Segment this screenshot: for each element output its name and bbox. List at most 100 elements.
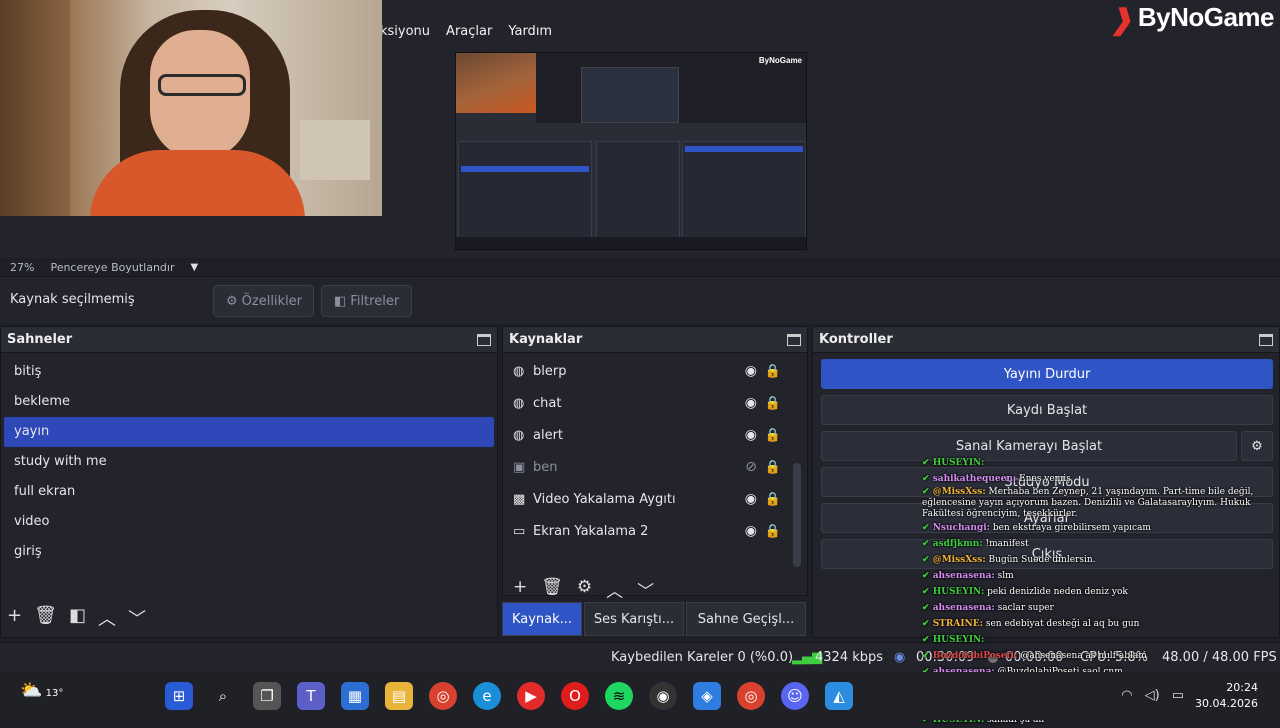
source-item[interactable]: ▣ ben ⊘ 🔒 xyxy=(503,451,807,483)
source-item[interactable]: ◍ chat ◉ 🔒 xyxy=(503,387,807,419)
filters-button[interactable]: ◧ Filtreler xyxy=(321,285,412,317)
chrome-icon[interactable]: ◎ xyxy=(737,682,765,710)
preview-sources-panel xyxy=(596,141,680,239)
chat-message: ✔ HUSEYIN: xyxy=(922,455,1280,471)
file-explorer-icon[interactable]: ▤ xyxy=(385,682,413,710)
preview-selected-row xyxy=(461,166,589,172)
no-source-label: Kaynak seçilmemiş xyxy=(10,292,135,307)
teams-icon[interactable]: T xyxy=(297,682,325,710)
eye-icon[interactable]: ◉ xyxy=(745,491,757,507)
volume-icon[interactable]: ◁) xyxy=(1145,688,1160,703)
edge-icon[interactable]: e xyxy=(473,682,501,710)
chat-badge-icon: ✔ xyxy=(922,474,933,484)
source-list: ◍ blerp ◉ 🔒 ◍ chat ◉ 🔒 ◍ alert ◉ 🔒 ▣ ben ⊘ 🔒 ▩ Video … xyxy=(503,353,807,547)
chevron-down-icon[interactable]: ▼ xyxy=(190,262,198,273)
gear-icon[interactable]: ⚙ xyxy=(577,577,592,602)
move-down-icon[interactable]: ﹀ xyxy=(637,577,654,602)
discord-icon[interactable]: ☺ xyxy=(781,682,809,710)
camera-icon: ▩ xyxy=(513,491,526,507)
zoom-mode[interactable]: Pencereye Boyutlandır xyxy=(50,261,174,274)
eye-icon[interactable]: ◉ xyxy=(745,395,757,411)
menu-bar: ksiyonu Araçlar Yardım xyxy=(380,24,552,39)
filter-icon[interactable]: ◧ xyxy=(69,605,86,631)
chat-message: ✔ BuzdolabiPoseti: @ahsenasena as mılf a… xyxy=(922,648,1280,664)
start-recording-button[interactable]: Kaydı Başlat xyxy=(821,395,1273,425)
app-icon[interactable]: ◈ xyxy=(693,682,721,710)
search-icon[interactable]: ⌕ xyxy=(209,682,237,710)
eye-icon[interactable]: ◉ xyxy=(745,427,757,443)
controls-header: Kontroller xyxy=(813,327,1279,353)
stream-preview[interactable]: ByNoGame xyxy=(455,52,807,250)
add-icon[interactable]: + xyxy=(7,605,22,631)
eye-icon[interactable]: ◉ xyxy=(745,363,757,379)
source-name: Ekran Yakalama 2 xyxy=(533,523,649,539)
chat-badge-icon: ✔ xyxy=(922,555,933,565)
taskbar-apps: ⊞ ⌕ ❐ T ▦ ▤ ◎ e ▶ O ≋ ◉ ◈ ◎ ☺ ◭ xyxy=(165,682,853,710)
add-icon[interactable]: + xyxy=(513,577,527,602)
scene-item[interactable]: bitiş xyxy=(4,357,494,387)
chat-badge-icon: ✔ xyxy=(922,603,933,613)
lock-icon[interactable]: 🔒 xyxy=(765,460,781,475)
preview-nested-capture xyxy=(581,67,679,123)
source-item[interactable]: ◍ alert ◉ 🔒 xyxy=(503,419,807,451)
trash-icon[interactable]: 🗑 xyxy=(541,577,563,602)
move-up-icon[interactable]: ︿ xyxy=(98,605,116,631)
undock-icon[interactable] xyxy=(1259,333,1273,346)
sources-scrollbar[interactable] xyxy=(793,463,801,567)
tab-scene-transitions[interactable]: Sahne Geçişl... xyxy=(686,602,806,636)
clock[interactable]: 20:24 30.04.2026 xyxy=(1195,680,1258,712)
menu-item-tools[interactable]: Araçlar xyxy=(446,24,492,39)
scene-item[interactable]: giriş xyxy=(4,537,494,567)
source-item[interactable]: ◍ blerp ◉ 🔒 xyxy=(503,355,807,387)
move-up-icon[interactable]: ︿ xyxy=(606,577,623,602)
chat-text: sen edebiyat desteği al aq bu gun xyxy=(985,619,1140,629)
menu-item-scene-collection[interactable]: ksiyonu xyxy=(380,24,430,39)
youtube-icon[interactable]: ▶ xyxy=(517,682,545,710)
stop-stream-button[interactable]: Yayını Durdur xyxy=(821,359,1273,389)
spotify-icon[interactable]: ≋ xyxy=(605,682,633,710)
globe-icon: ◍ xyxy=(513,427,525,443)
chat-username: sahikathequeen: xyxy=(932,474,1017,484)
scene-item[interactable]: bekleme xyxy=(4,387,494,417)
opera-icon[interactable]: O xyxy=(561,682,589,710)
menu-item-help[interactable]: Yardım xyxy=(508,24,552,39)
windows-start-icon[interactable]: ⊞ xyxy=(165,682,193,710)
move-down-icon[interactable]: ﹀ xyxy=(128,605,146,631)
battery-icon[interactable]: ▭ xyxy=(1172,688,1184,703)
tab-sources[interactable]: Kaynak... xyxy=(502,602,582,636)
source-toolbar: Kaynak seçilmemiş ⚙ Özellikler ◧ Filtrel… xyxy=(0,276,1280,324)
lock-icon[interactable]: 🔒 xyxy=(765,428,781,443)
scene-item-selected[interactable]: yayın xyxy=(4,417,494,447)
chat-username: asdfjkmn: xyxy=(932,539,983,549)
wifi-icon[interactable]: ◠ xyxy=(1121,688,1132,703)
logo-text: ByNoGame xyxy=(1137,2,1275,32)
scene-list: bitiş bekleme yayın study with me full e… xyxy=(1,353,497,567)
eye-hidden-icon[interactable]: ⊘ xyxy=(745,459,757,475)
tab-audio-mixer[interactable]: Ses Karıştı... xyxy=(584,602,684,636)
lock-icon[interactable]: 🔒 xyxy=(765,524,781,539)
weather-widget[interactable]: ⛅ 13° xyxy=(20,680,63,701)
chat-badge-icon: ✔ xyxy=(922,539,933,549)
chrome-icon[interactable]: ◎ xyxy=(429,682,457,710)
source-item[interactable]: ▭ Ekran Yakalama 2 ◉ 🔒 xyxy=(503,515,807,547)
store-icon[interactable]: ▦ xyxy=(341,682,369,710)
properties-button[interactable]: ⚙ Özellikler xyxy=(213,285,314,317)
task-view-icon[interactable]: ❐ xyxy=(253,682,281,710)
preview-logo: ByNoGame xyxy=(758,56,802,65)
undock-icon[interactable] xyxy=(787,333,801,346)
photos-icon[interactable]: ◭ xyxy=(825,682,853,710)
chat-username: STRAINE: xyxy=(932,619,983,629)
scene-item[interactable]: study with me xyxy=(4,447,494,477)
scene-toolbar: + 🗑 ◧ ︿ ﹀ xyxy=(7,605,146,631)
lock-icon[interactable]: 🔒 xyxy=(765,364,781,379)
scene-item[interactable]: full ekran xyxy=(4,477,494,507)
undock-icon[interactable] xyxy=(477,333,491,346)
chat-message: ✔ ahsenasena: saclar super xyxy=(922,600,1280,616)
trash-icon[interactable]: 🗑 xyxy=(34,605,57,631)
eye-icon[interactable]: ◉ xyxy=(745,523,757,539)
scene-item[interactable]: video xyxy=(4,507,494,537)
obs-icon[interactable]: ◉ xyxy=(649,682,677,710)
source-item[interactable]: ▩ Video Yakalama Aygıtı ◉ 🔒 xyxy=(503,483,807,515)
lock-icon[interactable]: 🔒 xyxy=(765,396,781,411)
lock-icon[interactable]: 🔒 xyxy=(765,492,781,507)
